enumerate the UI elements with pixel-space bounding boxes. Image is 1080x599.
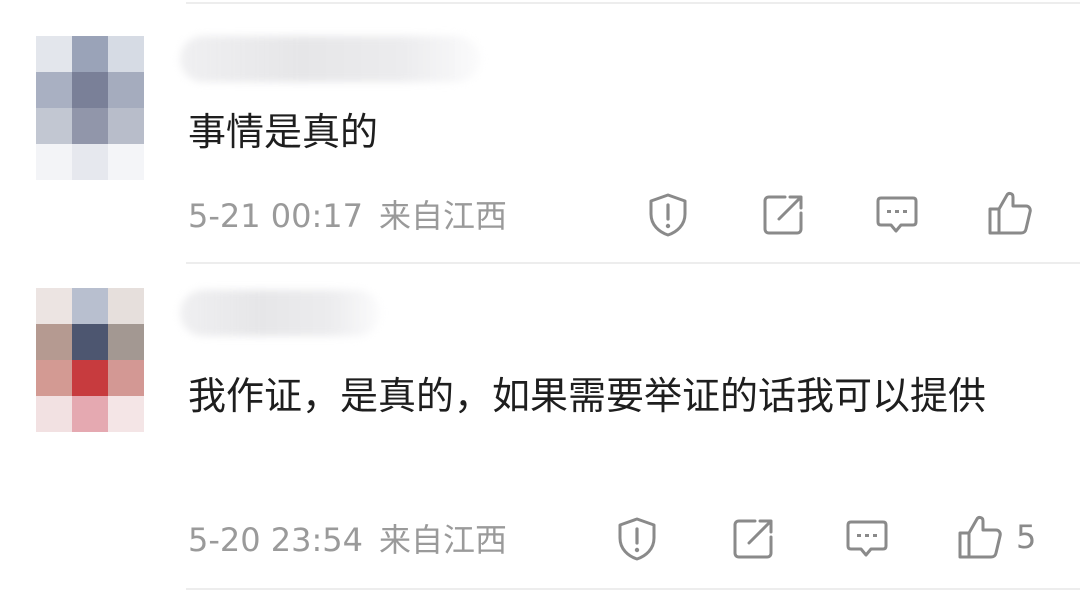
avatar-pixel xyxy=(36,144,72,180)
avatar-pixel xyxy=(72,360,108,396)
reply-button[interactable] xyxy=(875,194,919,236)
avatar-pixel xyxy=(108,396,144,432)
username-blurred[interactable] xyxy=(180,290,380,336)
comment-time: 5-20 23:54 xyxy=(188,521,364,559)
avatar-pixel xyxy=(108,288,144,324)
username-blurred[interactable] xyxy=(180,36,480,82)
share-icon xyxy=(733,519,773,559)
avatar-pixel xyxy=(72,108,108,144)
comment-location: 来自江西 xyxy=(379,197,508,235)
avatar-pixel xyxy=(72,72,108,108)
avatar-pixel xyxy=(36,108,72,144)
comment-item: 事情是真的 5-21 00:17 来自江西 xyxy=(0,0,1080,262)
avatar-pixel xyxy=(36,360,72,396)
share-button[interactable] xyxy=(761,193,805,237)
comment-time: 5-21 00:17 xyxy=(188,197,364,235)
comment-location: 来自江西 xyxy=(379,521,508,559)
like-icon xyxy=(958,515,1002,559)
avatar-pixel xyxy=(36,396,72,432)
share-button[interactable] xyxy=(731,517,775,561)
avatar-pixel xyxy=(36,36,72,72)
avatar-pixel xyxy=(36,288,72,324)
avatar-pixel xyxy=(72,288,108,324)
bottom-divider xyxy=(186,588,1080,590)
avatar-pixel xyxy=(36,324,72,360)
comment-item: 我作证，是真的，如果需要举证的话我可以提供 5-20 23:54 来自江西 5 xyxy=(0,264,1080,589)
avatar-pixel xyxy=(36,72,72,108)
avatar-pixel xyxy=(108,108,144,144)
comment-meta: 5-21 00:17 来自江西 xyxy=(188,196,507,236)
avatar-pixel xyxy=(72,396,108,432)
comment-meta: 5-20 23:54 来自江西 xyxy=(188,520,507,560)
avatar-pixel xyxy=(108,36,144,72)
share-icon xyxy=(763,195,803,235)
avatar-pixel xyxy=(72,36,108,72)
avatar[interactable] xyxy=(36,288,144,432)
avatar-pixel xyxy=(108,144,144,180)
avatar-pixel xyxy=(72,144,108,180)
like-button[interactable] xyxy=(986,189,1046,237)
avatar-pixel xyxy=(72,324,108,360)
reply-icon xyxy=(846,520,888,557)
report-icon xyxy=(649,193,687,237)
avatar-pixel xyxy=(108,360,144,396)
report-button[interactable] xyxy=(615,516,659,562)
comment-text: 我作证，是真的，如果需要举证的话我可以提供 xyxy=(188,374,987,418)
avatar-pixel xyxy=(108,324,144,360)
reply-button[interactable] xyxy=(845,518,889,560)
avatar-pixel xyxy=(108,72,144,108)
reply-icon xyxy=(876,196,918,233)
avatar[interactable] xyxy=(36,36,144,180)
comment-text: 事情是真的 xyxy=(188,110,379,154)
like-button[interactable]: 5 xyxy=(956,513,1036,561)
report-button[interactable] xyxy=(646,192,690,238)
report-icon xyxy=(618,517,656,561)
like-icon xyxy=(988,191,1032,235)
like-count: 5 xyxy=(1016,518,1037,556)
